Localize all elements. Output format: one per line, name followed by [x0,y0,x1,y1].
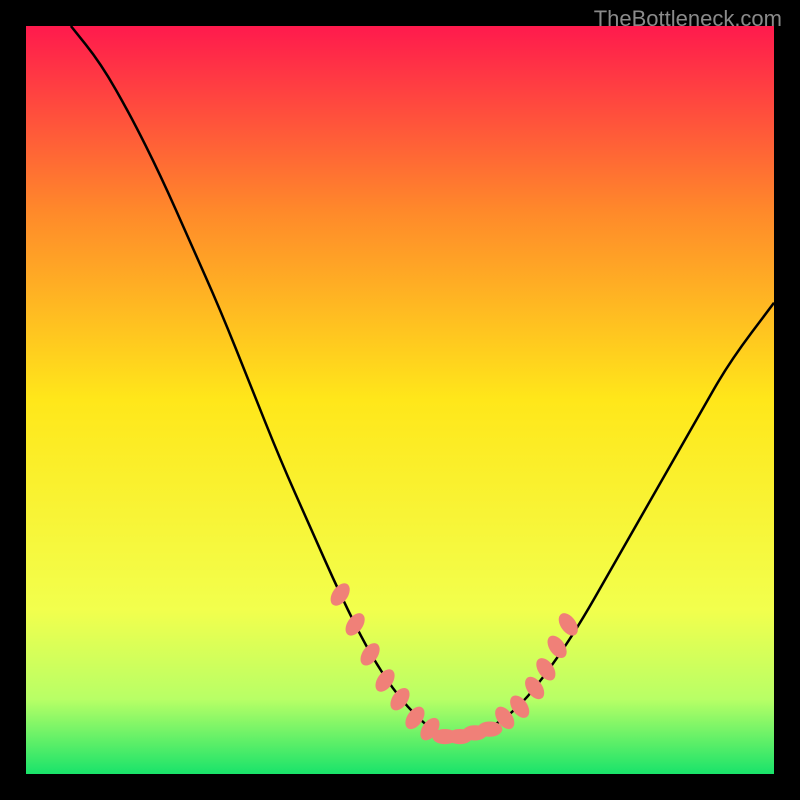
background-gradient [26,26,774,774]
chart-svg [26,26,774,774]
highlight-dot [477,721,502,736]
chart-container [26,26,774,774]
watermark-text: TheBottleneck.com [594,6,782,32]
